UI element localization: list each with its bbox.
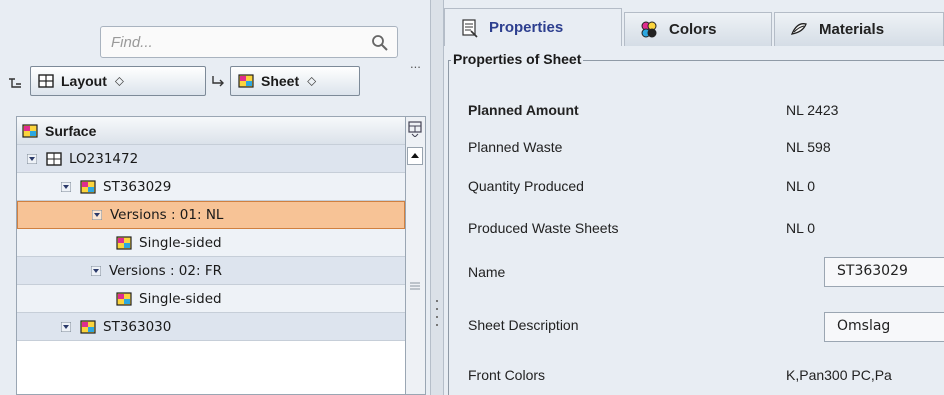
toolbar-row: Layout ⬦ Sheet ⬦ (0, 66, 420, 100)
prop-row-sheet-description: Sheet Description Omslag (468, 312, 944, 342)
surface-icon (22, 123, 38, 138)
layout-combo[interactable]: Layout ⬦ (30, 66, 206, 96)
tab-properties[interactable]: Properties (444, 8, 622, 46)
prop-row-front-colors: Front Colors K,Pan300 PC,Pa (468, 363, 944, 387)
prop-label: Quantity Produced (468, 178, 584, 194)
prop-row-quantity-produced: Quantity Produced NL 0 (468, 174, 944, 198)
sheet-description-field[interactable]: Omslag (824, 312, 944, 342)
scroll-grip-icon[interactable] (410, 281, 420, 291)
prop-label: Planned Waste (468, 139, 563, 155)
collapse-icon[interactable] (92, 210, 102, 220)
surface-icon (116, 291, 132, 306)
tab-bar: Properties Colors Materials (444, 6, 944, 46)
tree-row-label: Single-sided (139, 290, 222, 307)
tree-row-selected[interactable]: Versions : 01: NL (17, 201, 405, 229)
sheet-icon (80, 179, 96, 194)
prop-value: NL 598 (786, 139, 831, 155)
column-chooser-icon[interactable] (408, 121, 422, 137)
tree-row[interactable]: Versions : 02: FR (17, 257, 405, 285)
tree-row-label: ST363029 (103, 178, 172, 195)
tab-label: Colors (669, 21, 717, 38)
splitter-grip-icon[interactable] (436, 300, 438, 326)
tree-row[interactable]: Single-sided (17, 285, 405, 313)
tree-row-label: Versions : 02: FR (109, 262, 222, 279)
tree-scrollbar[interactable] (406, 116, 426, 395)
layout-icon (38, 74, 54, 88)
prop-value: NL 2423 (786, 102, 839, 118)
name-field[interactable]: ST363029 (824, 257, 944, 287)
tree-row-label: Versions : 01: NL (110, 207, 224, 223)
tree-row-label: Single-sided (139, 234, 222, 251)
tree-toggle-icon[interactable] (8, 76, 22, 90)
find-box[interactable] (100, 26, 398, 58)
tab-label: Materials (819, 21, 885, 38)
prop-label: Sheet Description (468, 317, 579, 333)
prop-value: K,Pan300 PC,Pa (786, 367, 892, 383)
pane-splitter[interactable] (430, 0, 444, 395)
layout-combo-label: Layout (61, 73, 107, 89)
properties-icon (462, 18, 478, 38)
collapse-icon[interactable] (91, 265, 101, 276)
prop-row-planned-waste: Planned Waste NL 598 (468, 135, 944, 159)
prop-row-produced-waste-sheets: Produced Waste Sheets NL 0 (468, 216, 944, 240)
tree-row-label: ST363030 (103, 318, 172, 335)
search-input[interactable] (111, 32, 361, 52)
prop-label: Produced Waste Sheets (468, 220, 619, 236)
prop-value: NL 0 (786, 178, 816, 194)
tree-row-label: LO231472 (69, 150, 139, 167)
sheet-icon (80, 319, 96, 334)
left-pane: ... Layout ⬦ Sheet ⬦ (0, 0, 432, 395)
materials-icon (790, 22, 807, 35)
prop-row-name: Name ST363029 (468, 257, 944, 287)
sheet-icon (238, 74, 254, 88)
collapse-icon[interactable] (27, 153, 37, 164)
sheet-combo-label: Sheet (261, 73, 300, 89)
arrow-up-icon (411, 153, 419, 158)
tree-header[interactable]: Surface (17, 117, 405, 145)
collapse-icon[interactable] (61, 321, 71, 332)
tree-row[interactable]: LO231472 (17, 145, 405, 173)
tree-header-label: Surface (45, 122, 97, 139)
colors-icon (641, 21, 657, 37)
prop-label: Name (468, 264, 506, 280)
prop-label: Planned Amount (468, 102, 579, 118)
tree-row[interactable]: ST363030 (17, 313, 405, 341)
sheet-spin-icon[interactable]: ⬦ (307, 73, 316, 89)
tree-row[interactable]: ST363029 (17, 173, 405, 201)
link-arrow-icon (212, 76, 224, 87)
prop-row-planned-amount: Planned Amount NL 2423 (468, 98, 944, 122)
surface-tree: Surface LO231472 ST363029 Versions : 01:… (16, 116, 406, 395)
tab-materials[interactable]: Materials (774, 12, 944, 46)
group-title: Properties of Sheet (451, 51, 584, 67)
layout-icon (46, 151, 62, 166)
right-pane: Properties Colors Materials Properties o… (444, 0, 944, 395)
sheet-combo[interactable]: Sheet ⬦ (230, 66, 360, 96)
tab-label: Properties (489, 19, 564, 36)
collapse-icon[interactable] (61, 181, 71, 192)
tab-colors[interactable]: Colors (624, 12, 772, 46)
scroll-up-button[interactable] (407, 147, 423, 165)
prop-label: Front Colors (468, 367, 546, 383)
layout-spin-icon[interactable]: ⬦ (115, 73, 124, 89)
tree-row[interactable]: Single-sided (17, 229, 405, 257)
prop-value: NL 0 (786, 220, 816, 236)
search-icon[interactable] (371, 34, 389, 52)
surface-icon (116, 235, 132, 250)
